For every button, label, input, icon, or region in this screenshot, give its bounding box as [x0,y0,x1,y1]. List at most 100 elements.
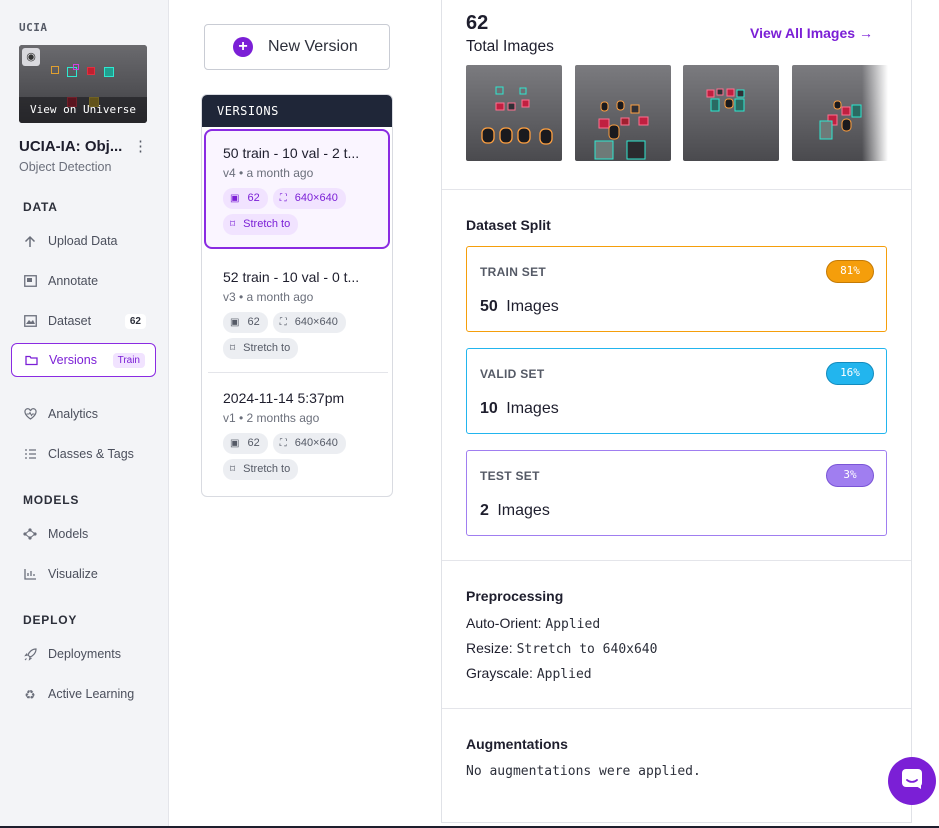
image-thumbnail[interactable] [575,65,671,161]
version-meta: v3 • a month ago [223,290,314,304]
chat-support-button[interactable] [888,757,936,805]
version-card[interactable]: 50 train - 10 val - 2 t... v4 • a month … [204,129,390,249]
split-count-unit: Images [497,502,550,519]
image-count-chip: ▣ 62 [223,312,268,333]
split-percent-badge: 16% [826,362,874,385]
workspace-name[interactable]: UCIA [19,21,48,34]
chip-text: 640×640 [294,316,338,328]
split-count-value: 10 [480,400,498,417]
split-count-value: 2 [480,502,489,519]
view-on-universe-link[interactable]: View on Universe [19,97,147,123]
new-version-button[interactable]: + New Version [204,24,390,70]
pre-value: Applied [536,667,592,682]
divider [442,708,911,709]
sidebar-item-dataset[interactable]: Dataset 62 [11,304,156,338]
divider [442,560,911,561]
chip-text: 640×640 [294,192,338,204]
sidebar-item-label: Annotate [48,274,99,288]
crop-icon: ⌑ [230,219,236,230]
split-count: 2 Images [480,502,550,520]
dataset-count-badge: 62 [124,313,146,329]
pre-value: Stretch to 640x640 [516,642,658,657]
thumb-box [51,66,59,74]
list-icon [23,447,37,461]
section-deploy-label: DEPLOY [23,613,78,627]
split-percent-badge: 3% [826,464,874,487]
image-icon: ▣ [230,438,240,449]
crop-icon: ⌑ [230,343,236,354]
image-thumbnail[interactable] [466,65,562,161]
preprocessing-title: Preprocessing [466,588,564,604]
version-title: 50 train - 10 val - 2 t... [223,145,360,161]
more-options-icon[interactable]: ⋮ [133,137,148,155]
chip-text: Stretch to [243,342,291,354]
chat-icon [900,767,924,796]
sidebar-item-label: Versions [49,353,97,367]
size-chip: ⛶ 640×640 [272,188,346,209]
sidebar-item-label: Dataset [48,314,92,328]
total-images-count: 62 [466,12,489,34]
dataset-split-title: Dataset Split [466,217,551,233]
version-card[interactable]: 2024-11-14 5:37pm v1 • 2 months ago ▣ 62 … [204,374,390,494]
chip-text: 62 [247,316,260,328]
resize-mode-chip: ⌑ Stretch to [223,214,299,235]
versions-icon [24,353,38,367]
view-all-images-link[interactable]: View All Images → [750,25,873,41]
version-chips: ▣ 62 ⛶ 640×640 ⌑ Stretch to [223,188,383,240]
rocket-icon [23,647,37,661]
app-root: UCIA ◉ View on Universe UCIA-IA: Obj... … [0,0,939,828]
augmentations-title: Augmentations [466,736,568,752]
sidebar-item-label: Upload Data [48,234,118,248]
divider [442,189,911,190]
preprocessing-auto-orient: Auto-Orient: Applied [466,615,600,632]
thumbnail-fade [862,65,888,161]
sidebar-item-deployments[interactable]: Deployments [11,637,156,671]
sidebar-item-upload-data[interactable]: Upload Data [11,224,156,258]
resize-mode-chip: ⌑ Stretch to [223,459,299,480]
version-chips: ▣ 62 ⛶ 640×640 ⌑ Stretch to [223,312,383,364]
image-icon: ▣ [230,317,240,328]
sidebar: UCIA ◉ View on Universe UCIA-IA: Obj... … [0,0,169,828]
crop-icon: ⌑ [230,464,236,475]
new-version-label: New Version [268,38,358,55]
sidebar-item-analytics[interactable]: Analytics [11,397,156,431]
upload-icon [23,234,37,248]
thumb-box [104,67,114,77]
sidebar-item-annotate[interactable]: Annotate [11,264,156,298]
resize-mode-chip: ⌑ Stretch to [223,338,299,359]
versions-header: VERSIONS [202,95,392,127]
versions-panel: VERSIONS 50 train - 10 val - 2 t... v4 •… [201,94,393,497]
pre-key: Resize: [466,640,513,656]
section-models-label: MODELS [23,493,80,507]
sidebar-item-versions[interactable]: Versions Train [11,343,156,377]
augmentations-text: No augmentations were applied. [466,764,701,779]
total-images-label: Total Images [466,38,554,55]
train-set-card[interactable]: TRAIN SET 50 Images 81% [466,246,887,332]
version-title: 52 train - 10 val - 0 t... [223,269,360,285]
resize-icon: ⛶ [279,438,287,449]
version-divider [208,372,388,373]
sidebar-item-classes-tags[interactable]: Classes & Tags [11,437,156,471]
globe-icon[interactable]: ◉ [22,48,40,66]
project-type: Object Detection [19,160,112,174]
sidebar-item-visualize[interactable]: Visualize [11,557,156,591]
resize-icon: ⛶ [279,193,287,204]
sidebar-item-active-learning[interactable]: ♻ Active Learning [11,677,156,711]
test-set-card[interactable]: TEST SET 2 Images 3% [466,450,887,536]
project-thumbnail[interactable]: ◉ View on Universe [19,45,147,123]
plus-icon: + [233,37,253,57]
recycle-icon: ♻ [24,687,36,702]
project-title: UCIA-IA: Obj... [19,138,123,155]
image-icon: ▣ [230,193,240,204]
version-card[interactable]: 52 train - 10 val - 0 t... v3 • a month … [204,253,390,373]
image-thumbnail[interactable] [683,65,779,161]
sidebar-item-models[interactable]: Models [11,517,156,551]
size-chip: ⛶ 640×640 [272,312,346,333]
preprocessing-grayscale: Grayscale: Applied [466,665,592,682]
chart-icon [23,567,37,581]
version-title: 2024-11-14 5:37pm [223,390,345,406]
split-percent-badge: 81% [826,260,874,283]
train-badge: Train [112,352,145,368]
valid-set-card[interactable]: VALID SET 10 Images 16% [466,348,887,434]
pre-value: Applied [545,617,601,632]
